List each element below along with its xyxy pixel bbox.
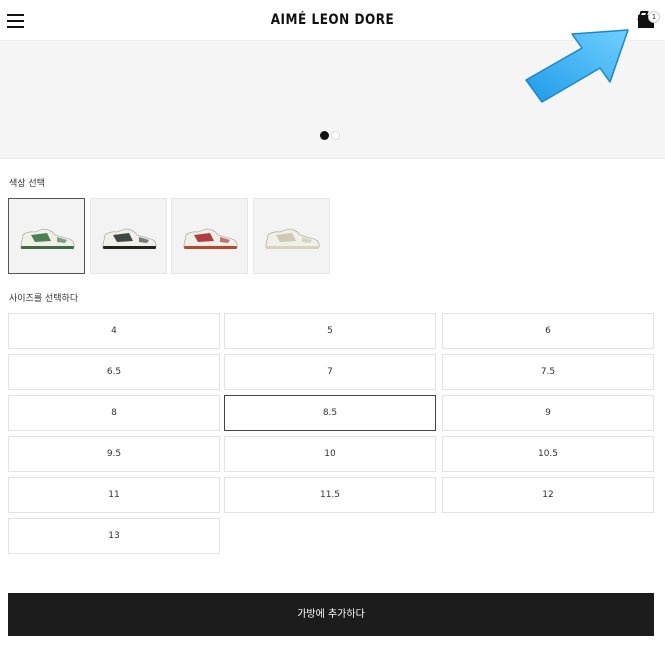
size-option-6[interactable]: 6 xyxy=(442,313,654,349)
color-swatch-cream[interactable] xyxy=(252,198,330,274)
size-option-4[interactable]: 4 xyxy=(8,313,220,349)
size-option-12[interactable]: 12 xyxy=(442,477,654,513)
size-option-7[interactable]: 7 xyxy=(224,354,436,390)
size-option-11-5[interactable]: 11.5 xyxy=(224,477,436,513)
carousel-dot-1[interactable] xyxy=(320,131,329,140)
sneaker-icon xyxy=(20,228,75,249)
menu-line xyxy=(7,20,24,22)
color-section-label: 색상 선택 xyxy=(9,179,45,189)
carousel-dots xyxy=(320,131,344,141)
sneaker-icon xyxy=(265,228,319,249)
menu-line xyxy=(7,14,24,16)
add-to-bag-button[interactable]: 가방에 추가하다 xyxy=(8,593,654,636)
annotation-arrow-icon xyxy=(525,29,629,103)
menu-line xyxy=(7,26,24,28)
size-option-11[interactable]: 11 xyxy=(8,477,220,513)
size-option-13[interactable]: 13 xyxy=(8,518,220,554)
sneaker-icon xyxy=(183,228,238,249)
color-swatch-green[interactable] xyxy=(8,198,85,274)
size-option-10[interactable]: 10 xyxy=(224,436,436,472)
size-section-label: 사이즈를 선택하다 xyxy=(9,294,79,304)
size-option-10-5[interactable]: 10.5 xyxy=(442,436,654,472)
size-option-9[interactable]: 9 xyxy=(442,395,654,431)
color-swatch-black[interactable] xyxy=(89,198,167,274)
color-swatch-red[interactable] xyxy=(171,198,248,274)
size-option-8[interactable]: 8 xyxy=(8,395,220,431)
size-option-9-5[interactable]: 9.5 xyxy=(8,436,220,472)
size-option-8-5[interactable]: 8.5 xyxy=(224,395,436,431)
sneaker-icon xyxy=(102,228,156,249)
size-option-7-5[interactable]: 7.5 xyxy=(442,354,654,390)
carousel-dot-2[interactable] xyxy=(331,131,340,140)
size-option-6-5[interactable]: 6.5 xyxy=(8,354,220,390)
hamburger-menu-icon[interactable] xyxy=(7,13,24,28)
size-option-5[interactable]: 5 xyxy=(224,313,436,349)
